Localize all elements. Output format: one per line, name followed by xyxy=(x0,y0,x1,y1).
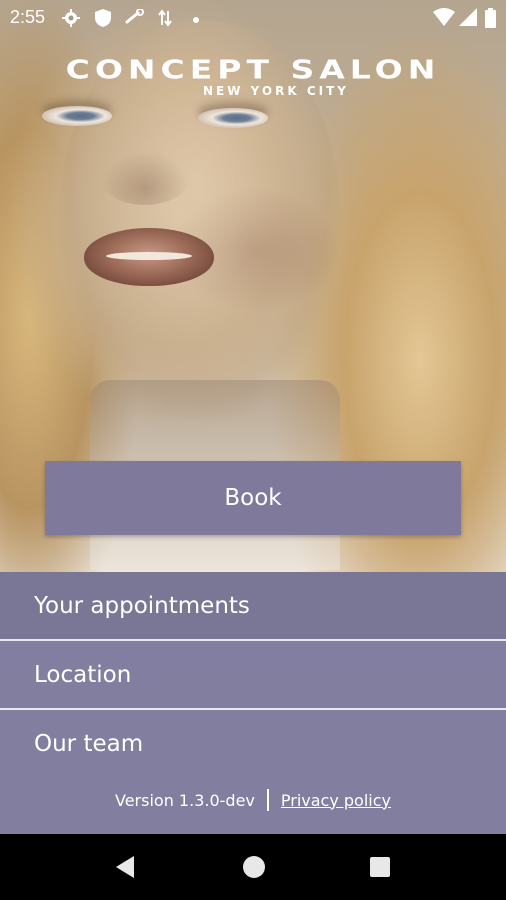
signal-icon xyxy=(459,8,477,30)
lips xyxy=(84,228,214,286)
menu-item-our-team[interactable]: Our team xyxy=(0,710,506,777)
wrench-icon xyxy=(125,8,145,29)
navigation-bar xyxy=(0,834,506,900)
recents-icon[interactable] xyxy=(370,857,390,877)
notification-dot-icon xyxy=(193,9,199,27)
menu-item-label: Our team xyxy=(34,730,144,757)
book-button[interactable]: Book xyxy=(45,461,461,535)
data-transfer-icon xyxy=(158,9,172,31)
footer-separator xyxy=(266,789,269,811)
nose xyxy=(100,150,190,205)
home-icon[interactable] xyxy=(243,856,265,878)
gear-icon xyxy=(62,9,80,31)
brand-logo-title: CONCEPT SALON xyxy=(65,54,441,85)
version-text: Version 1.3.0-dev xyxy=(115,790,255,810)
back-icon[interactable] xyxy=(116,856,134,878)
brand-logo-subtitle: NEW YORK CITY xyxy=(203,84,349,98)
status-time: 2:55 xyxy=(10,7,46,27)
battery-icon xyxy=(485,8,496,32)
menu-item-label: Your appointments xyxy=(34,592,250,619)
privacy-policy-link[interactable]: Privacy policy xyxy=(281,791,391,810)
menu-item-your-appointments[interactable]: Your appointments xyxy=(0,572,506,639)
wifi-icon xyxy=(433,8,455,30)
footer: Version 1.3.0-dev Privacy policy xyxy=(0,786,506,814)
eye-right xyxy=(198,108,268,128)
shield-icon xyxy=(95,9,111,31)
eye-left xyxy=(42,106,112,126)
menu-item-label: Location xyxy=(34,661,132,688)
menu-item-location[interactable]: Location xyxy=(0,641,506,708)
status-bar: 2:55 xyxy=(0,0,506,36)
